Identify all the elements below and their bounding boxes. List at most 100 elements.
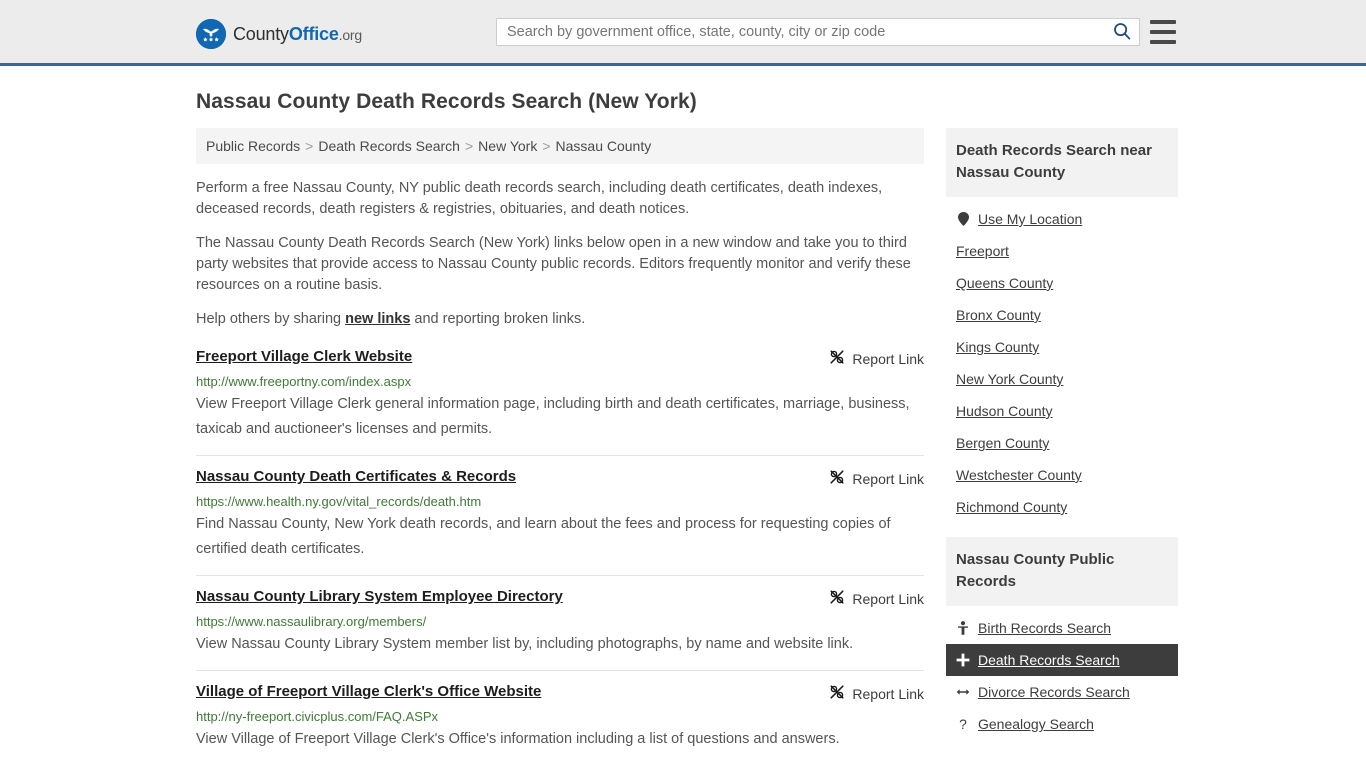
new-links-link[interactable]: new links [345, 311, 410, 327]
report-link-label: Report Link [852, 685, 924, 702]
double-arrow-icon [956, 686, 970, 698]
breadcrumb-item-nassau-county[interactable]: Nassau County [556, 138, 652, 154]
result-url[interactable]: http://www.freeportny.com/index.aspx [196, 373, 924, 390]
search-icon [1113, 22, 1131, 43]
broken-link-icon [829, 589, 845, 608]
sidebar-link[interactable]: Genealogy Search [978, 716, 1094, 732]
result-item: Nassau County Death Certificates & Recor… [196, 455, 924, 575]
search-button[interactable] [1105, 19, 1139, 45]
question-mark-icon: ? [959, 716, 967, 732]
sidebar-item-queens-county[interactable]: Queens County [946, 267, 1178, 299]
sidebar-link[interactable]: Freeport [956, 243, 1009, 259]
breadcrumb-separator: > [542, 138, 551, 154]
menu-bar-1 [1150, 20, 1176, 24]
report-link-label: Report Link [852, 470, 924, 487]
breadcrumb-item-new-york[interactable]: New York [478, 138, 537, 154]
report-link-button[interactable]: Report Link [829, 348, 924, 368]
sidebar-item-kings-county[interactable]: Kings County [946, 331, 1178, 363]
sidebar-item-bergen-county[interactable]: Bergen County [946, 427, 1178, 459]
result-description: View Village of Freeport Village Clerk's… [196, 731, 840, 747]
sidebar-item-birth-records-search[interactable]: Birth Records Search [946, 612, 1178, 644]
broken-link-icon [829, 349, 845, 368]
menu-bar-3 [1150, 40, 1176, 44]
sidebar-item-richmond-county[interactable]: Richmond County [946, 491, 1178, 523]
result-header: Village of Freeport Village Clerk's Offi… [196, 683, 924, 703]
sidebar-nearby-box: Death Records Search near Nassau County … [946, 128, 1178, 523]
result-description: View Nassau County Library System member… [196, 636, 854, 652]
sidebar-item-hudson-county[interactable]: Hudson County [946, 395, 1178, 427]
sidebar-link[interactable]: Kings County [956, 339, 1039, 355]
intro-paragraph-3: Help others by sharing new links and rep… [196, 309, 924, 330]
brand-word-county: County [233, 24, 289, 44]
sidebar-item-genealogy-search[interactable]: ? Genealogy Search [946, 708, 1178, 740]
page-title: Nassau County Death Records Search (New … [196, 90, 697, 113]
result-item: Nassau County Library System Employee Di… [196, 575, 924, 670]
sidebar-link[interactable]: Bergen County [956, 435, 1049, 451]
result-title[interactable]: Nassau County Library System Employee Di… [196, 588, 563, 606]
menu-bar-2 [1150, 30, 1176, 34]
sidebar-link[interactable]: Richmond County [956, 499, 1067, 515]
results-list: Freeport Village Clerk Website Report Li… [196, 344, 924, 765]
report-link-button[interactable]: Report Link [829, 468, 924, 488]
sidebar-link[interactable]: New York County [956, 371, 1063, 387]
intro-text-before-link: Help others by sharing [196, 311, 346, 327]
sidebar-link[interactable]: Use My Location [978, 211, 1082, 227]
breadcrumb-separator: > [464, 138, 474, 154]
map-pin-icon [956, 212, 970, 226]
sidebar-link[interactable]: Westchester County [956, 467, 1082, 483]
result-url[interactable]: https://www.health.ny.gov/vital_records/… [196, 493, 924, 510]
sidebar-public-records-box: Nassau County Public Records Birth Recor… [946, 537, 1178, 740]
brand-wordmark: CountyOffice.org [233, 25, 362, 43]
intro-text-after-link: and reporting broken links. [410, 311, 586, 327]
sidebar-item-use-my-location[interactable]: Use My Location [946, 203, 1178, 235]
report-link-label: Report Link [852, 590, 924, 607]
sidebar-public-records-heading: Nassau County Public Records [946, 537, 1178, 606]
search-bar [496, 18, 1140, 46]
site-header: CountyOffice.org [0, 0, 1366, 66]
sidebar-item-divorce-records-search[interactable]: Divorce Records Search [946, 676, 1178, 708]
report-link-button[interactable]: Report Link [829, 683, 924, 703]
breadcrumb-item-public-records[interactable]: Public Records [206, 138, 300, 154]
sidebar-item-death-records-search[interactable]: Death Records Search [946, 644, 1178, 676]
hamburger-menu-icon[interactable] [1150, 20, 1176, 44]
intro-paragraph-1: Perform a free Nassau County, NY public … [196, 180, 883, 217]
result-url[interactable]: http://ny-freeport.civicplus.com/FAQ.ASP… [196, 708, 924, 725]
sidebar-link[interactable]: Death Records Search [978, 652, 1120, 668]
sidebar-link[interactable]: Divorce Records Search [978, 684, 1130, 700]
result-item: Freeport Village Clerk Website Report Li… [196, 344, 924, 455]
sidebar-nearby-heading: Death Records Search near Nassau County [946, 128, 1178, 197]
result-header: Nassau County Library System Employee Di… [196, 588, 924, 608]
sidebar-link[interactable]: Birth Records Search [978, 620, 1111, 636]
search-input[interactable] [497, 19, 1105, 45]
breadcrumb: Public Records > Death Records Search > New … [196, 128, 924, 164]
sidebar-item-freeport[interactable]: Freeport [946, 235, 1178, 267]
main-column: Public Records > Death Records Search > New … [196, 128, 924, 765]
sidebar-item-westchester-county[interactable]: Westchester County [946, 459, 1178, 491]
page-container: Nassau County Death Records Search (New … [0, 90, 1366, 765]
broken-link-icon [829, 684, 845, 703]
broken-link-icon [829, 469, 845, 488]
eagle-seal-icon [196, 19, 226, 49]
sidebar: Death Records Search near Nassau County … [946, 128, 1178, 754]
sidebar-link[interactable]: Hudson County [956, 403, 1053, 419]
brand-word-org: .org [338, 27, 363, 43]
intro-paragraph-2: The Nassau County Death Records Search (… [196, 235, 911, 293]
result-title[interactable]: Nassau County Death Certificates & Recor… [196, 468, 516, 486]
cross-icon [956, 653, 970, 667]
sidebar-nearby-list: Use My Location Freeport Queens County B… [946, 197, 1178, 523]
sidebar-link[interactable]: Bronx County [956, 307, 1041, 323]
result-header: Nassau County Death Certificates & Recor… [196, 468, 924, 488]
result-description: View Freeport Village Clerk general info… [196, 396, 910, 437]
sidebar-item-new-york-county[interactable]: New York County [946, 363, 1178, 395]
breadcrumb-item-death-records-search[interactable]: Death Records Search [318, 138, 460, 154]
sidebar-link[interactable]: Queens County [956, 275, 1053, 291]
result-title[interactable]: Village of Freeport Village Clerk's Offi… [196, 683, 541, 701]
result-title[interactable]: Freeport Village Clerk Website [196, 348, 412, 366]
result-url[interactable]: https://www.nassaulibrary.org/members/ [196, 613, 924, 630]
result-item: Village of Freeport Village Clerk's Offi… [196, 670, 924, 765]
sidebar-item-bronx-county[interactable]: Bronx County [946, 299, 1178, 331]
breadcrumb-separator: > [305, 138, 314, 154]
report-link-button[interactable]: Report Link [829, 588, 924, 608]
result-description: Find Nassau County, New York death recor… [196, 516, 891, 557]
site-logo[interactable]: CountyOffice.org [196, 19, 362, 49]
